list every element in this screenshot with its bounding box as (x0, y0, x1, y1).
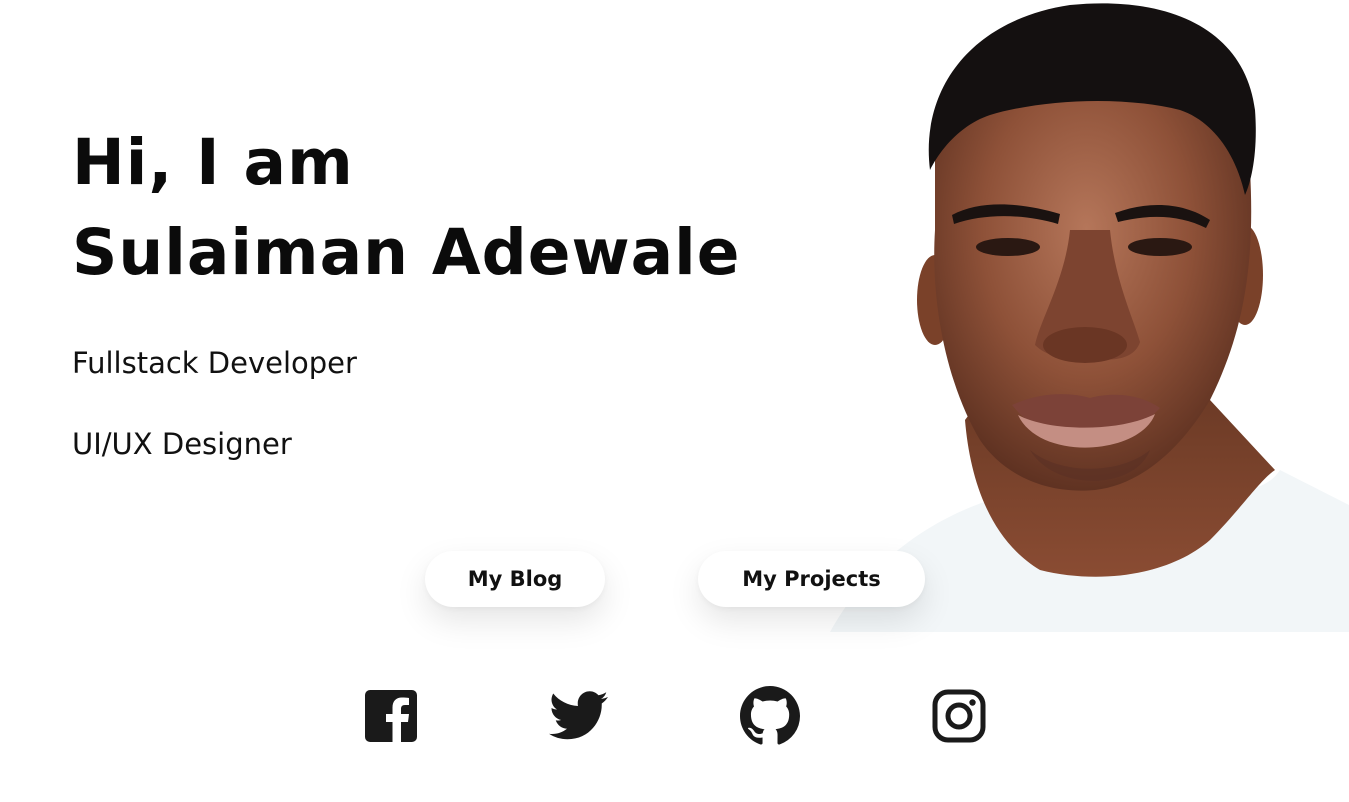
hero-greeting: Hi, I am (72, 126, 354, 199)
instagram-link[interactable] (929, 686, 989, 746)
my-blog-button[interactable]: My Blog (425, 551, 605, 607)
role-uiux-designer: UI/UX Designer (72, 427, 292, 461)
hero-heading: Hi, I am Sulaiman Adewale (72, 118, 741, 298)
role-fullstack-developer: Fullstack Developer (72, 346, 357, 380)
profile-photo (830, 3, 1349, 632)
hero-name: Sulaiman Adewale (72, 216, 741, 289)
instagram-icon (932, 689, 986, 743)
github-link[interactable] (740, 686, 800, 746)
twitter-link[interactable] (549, 686, 609, 746)
github-icon (740, 686, 800, 745)
my-projects-button[interactable]: My Projects (698, 551, 925, 607)
twitter-icon (549, 691, 608, 740)
facebook-icon (365, 690, 417, 743)
facebook-link[interactable] (361, 686, 421, 746)
portfolio-hero: Hi, I am Sulaiman Adewale Fullstack Deve… (0, 0, 1349, 802)
